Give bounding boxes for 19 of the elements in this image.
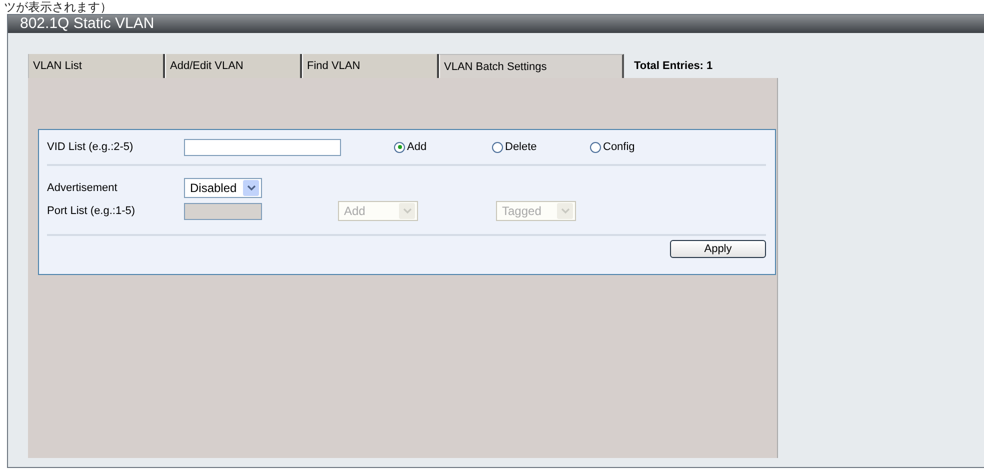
tab[interactable]: VLAN List (28, 54, 165, 78)
action-radio[interactable]: Add (394, 141, 492, 153)
advertisement-select[interactable]: Disabled (184, 178, 262, 198)
tab[interactable]: Find VLAN (302, 54, 439, 78)
caption-text: ツが表示されます） (3, 0, 113, 14)
caret-icon (560, 208, 570, 214)
field-label: VID List (e.g.:2-5) (47, 141, 134, 153)
tab[interactable]: Add/Edit VLAN (165, 54, 302, 78)
tab[interactable]: VLAN Batch Settings (439, 54, 624, 78)
total-entries-text: Total Entries: 1 (633, 59, 713, 74)
vid-list-input[interactable] (184, 138, 341, 156)
window-title: 802.1Q Static VLAN (8, 15, 984, 33)
action-radio[interactable]: Delete (492, 141, 590, 153)
action-radio[interactable]: Config (590, 141, 635, 153)
field-label: Port List (e.g.:1-5) (47, 205, 136, 217)
caret-icon (402, 208, 412, 214)
field-label: Advertisement (47, 182, 118, 194)
apply-button[interactable]: Apply (670, 240, 766, 258)
caret-icon (246, 185, 256, 191)
